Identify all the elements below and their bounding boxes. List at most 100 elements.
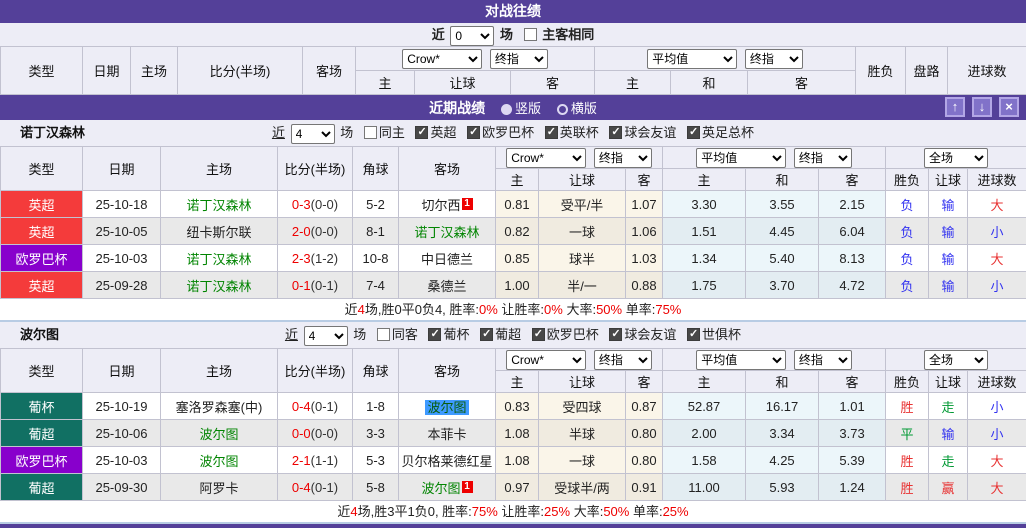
col-avg-home: 主	[595, 71, 671, 95]
home-team[interactable]: 诺丁汉森林	[161, 245, 278, 272]
result-cell: 负	[886, 218, 929, 245]
away-team[interactable]: 波尔图	[399, 393, 496, 420]
league-checkbox-europa[interactable]	[467, 126, 480, 139]
league-checkbox-epl[interactable]	[415, 126, 428, 139]
league-checkbox-pt-cup[interactable]	[428, 328, 441, 341]
league-checkbox-fa-cup[interactable]	[687, 126, 700, 139]
match-date: 25-10-19	[83, 393, 161, 420]
home-team[interactable]: 波尔图	[161, 420, 278, 447]
average-select[interactable]: 平均值	[647, 49, 737, 69]
league-checkbox-europa[interactable]	[532, 328, 545, 341]
away-team[interactable]: 本菲卡	[399, 420, 496, 447]
away-team[interactable]: 桑德兰	[399, 272, 496, 299]
home-team[interactable]: 阿罗卡	[161, 474, 278, 501]
home-team[interactable]: 纽卡斯尔联	[161, 218, 278, 245]
same-home-away-checkbox[interactable]	[524, 28, 537, 41]
score-cell: 0-3(0-0)	[278, 191, 353, 218]
average-select[interactable]: 平均值	[696, 148, 786, 168]
odds-handicap: 半/一	[539, 272, 626, 299]
home-team[interactable]: 诺丁汉森林	[161, 272, 278, 299]
table-row: 英超 25-10-18 诺丁汉森林 0-3(0-0) 5-2 切尔西1 0.81…	[1, 191, 1026, 218]
away-team[interactable]: 切尔西1	[399, 191, 496, 218]
avg-home: 2.00	[663, 420, 746, 447]
odds-handicap: 球半	[539, 245, 626, 272]
h2h-title-bar: 对战往绩	[0, 0, 1026, 23]
col-goals: 进球数	[968, 371, 1026, 393]
league-label: 世俱杯	[702, 327, 741, 342]
avg-away: 2.15	[819, 191, 886, 218]
final-index-select-2[interactable]: 终指	[745, 49, 803, 69]
avg-draw: 16.17	[746, 393, 819, 420]
average-select[interactable]: 平均值	[696, 350, 786, 370]
odds-handicap: 受球半/两	[539, 474, 626, 501]
league-label: 英足总杯	[702, 125, 754, 140]
final-index-select[interactable]: 终指	[594, 350, 652, 370]
vertical-radio[interactable]	[501, 104, 512, 115]
final-index-select[interactable]: 终指	[490, 49, 548, 69]
league-checkbox-efl-cup[interactable]	[545, 126, 558, 139]
avg-away: 5.39	[819, 447, 886, 474]
team2-match-count-select[interactable]: 4	[304, 326, 348, 346]
table-row: 英超 25-10-05 纽卡斯尔联 2-0(0-0) 8-1 诺丁汉森林 0.8…	[1, 218, 1026, 245]
league-checkbox-friendly[interactable]	[609, 126, 622, 139]
col-date: 日期	[83, 47, 131, 95]
h2h-match-count-select[interactable]: 0	[450, 26, 494, 46]
horizontal-radio[interactable]	[557, 104, 568, 115]
odds-provider-select[interactable]: Crow*	[506, 350, 586, 370]
corner-count: 3-3	[353, 420, 399, 447]
col-handicap-result: 让球	[929, 371, 968, 393]
goals-cell: 小	[968, 420, 1026, 447]
home-team[interactable]: 塞洛罗森塞(中)	[161, 393, 278, 420]
team-name[interactable]: 波尔图	[20, 322, 59, 348]
league-checkbox-club-wc[interactable]	[687, 328, 700, 341]
col-result: 胜负	[886, 169, 929, 191]
col-date: 日期	[83, 147, 161, 191]
final-index-select-2[interactable]: 终指	[794, 148, 852, 168]
avg-home: 1.75	[663, 272, 746, 299]
col-result: 胜负	[856, 47, 906, 95]
home-team[interactable]: 诺丁汉森林	[161, 191, 278, 218]
corner-count: 7-4	[353, 272, 399, 299]
result-cell: 负	[886, 191, 929, 218]
table-row: 葡超 25-09-30 阿罗卡 0-4(0-1) 5-8 波尔图1 0.97 受…	[1, 474, 1026, 501]
away-team[interactable]: 中日德兰	[399, 245, 496, 272]
scope-select[interactable]: 全场	[924, 350, 988, 370]
home-team[interactable]: 波尔图	[161, 447, 278, 474]
league-badge: 英超	[1, 191, 83, 218]
league-checkbox-pt-liga[interactable]	[480, 328, 493, 341]
final-index-select-2[interactable]: 终指	[794, 350, 852, 370]
away-team[interactable]: 诺丁汉森林	[399, 218, 496, 245]
avg-away: 1.24	[819, 474, 886, 501]
near-link[interactable]: 近	[272, 125, 285, 140]
result-cell: 胜	[886, 474, 929, 501]
away-team[interactable]: 波尔图1	[399, 474, 496, 501]
away-team[interactable]: 贝尔格莱德红星	[399, 447, 496, 474]
team1-match-count-select[interactable]: 4	[291, 124, 335, 144]
result-cell: 负	[886, 245, 929, 272]
goals-cell: 大	[968, 245, 1026, 272]
col-type: 类型	[1, 47, 83, 95]
move-down-button[interactable]: ↓	[972, 97, 992, 117]
odds-handicap: 一球	[539, 218, 626, 245]
col-odds-home: 主	[496, 169, 539, 191]
table-row: 葡杯 25-10-19 塞洛罗森塞(中) 0-4(0-1) 1-8 波尔图 0.…	[1, 393, 1026, 420]
move-up-button[interactable]: ↑	[945, 97, 965, 117]
odds-provider-select[interactable]: Crow*	[402, 49, 482, 69]
avg-home: 1.34	[663, 245, 746, 272]
same-away-checkbox[interactable]	[377, 328, 390, 341]
odds-away: 1.03	[626, 245, 663, 272]
odds-provider-select[interactable]: Crow*	[506, 148, 586, 168]
col-odds-handicap: 让球	[415, 71, 511, 95]
col-goals: 进球数	[968, 169, 1026, 191]
team-name[interactable]: 诺丁汉森林	[20, 120, 85, 146]
same-home-checkbox[interactable]	[364, 126, 377, 139]
score-cell: 0-0(0-0)	[278, 420, 353, 447]
close-button[interactable]: ×	[999, 97, 1019, 117]
corner-count: 5-3	[353, 447, 399, 474]
score-cell: 0-1(0-1)	[278, 272, 353, 299]
col-odds-home: 主	[496, 371, 539, 393]
near-link[interactable]: 近	[285, 327, 298, 342]
final-index-select[interactable]: 终指	[594, 148, 652, 168]
scope-select[interactable]: 全场	[924, 148, 988, 168]
league-checkbox-friendly[interactable]	[609, 328, 622, 341]
